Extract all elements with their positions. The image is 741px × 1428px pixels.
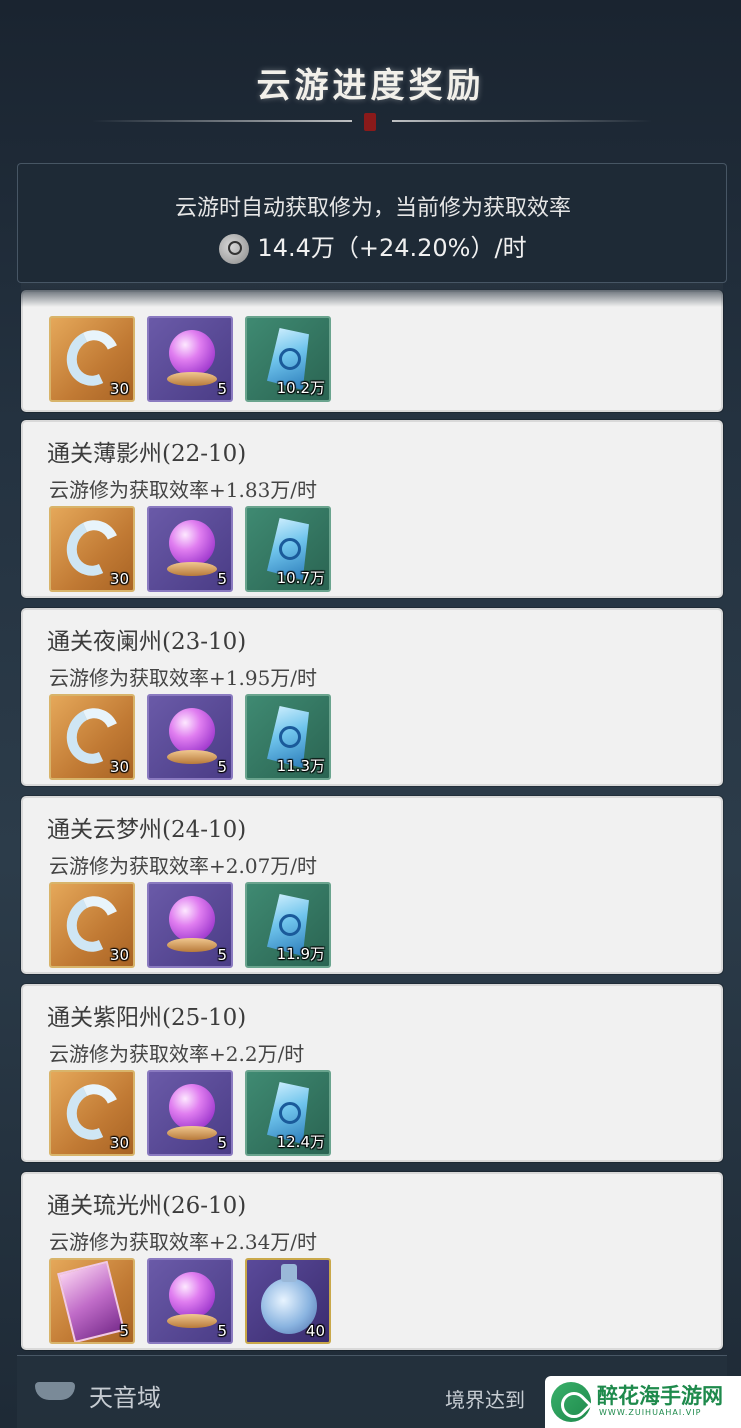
reward-card-title: 通关夜阑州(23-10) [47,629,247,655]
reward-item[interactable]: 30 [49,694,135,780]
reward-card: 通关琉光州(26-10) 云游修为获取效率+2.34万/时 5 5 40 [21,1172,723,1350]
rate-description: 云游时自动获取修为，当前修为获取效率 [174,196,571,221]
reward-item[interactable]: 5 [147,882,233,968]
item-count: 10.7万 [276,569,325,587]
reward-card-title: 通关紫阳州(25-10) [47,1005,247,1031]
reward-item[interactable]: 30 [49,882,135,968]
reward-item[interactable]: 11.3万 [245,694,331,780]
reward-card-rate: 云游修为获取效率+2.2万/时 [49,1042,305,1066]
item-count: 5 [217,380,227,398]
reward-card-title: 通关琉光州(26-10) [47,1193,247,1219]
purple-orb-icon [169,1272,215,1318]
item-count: 5 [217,758,227,776]
watermark-logo-icon [551,1382,591,1422]
orb-base [167,1126,217,1140]
reward-item[interactable]: 5 [147,694,233,780]
reward-item[interactable]: 11.9万 [245,882,331,968]
purple-orb-icon [169,896,215,942]
scroll-fade [21,283,723,307]
reward-card: 30 5 10.2万 [21,290,723,412]
item-count: 5 [217,946,227,964]
reward-item[interactable]: 5 [147,506,233,592]
purple-orb-icon [169,1084,215,1130]
orb-base [167,938,217,952]
reward-item[interactable]: 40 [245,1258,331,1344]
region-label[interactable]: 天音域 [89,1378,161,1413]
item-count: 30 [109,570,129,588]
current-rate: 14.4万（+24.20%）/时 [18,228,728,264]
title-divider-right [392,120,652,122]
item-count: 5 [217,1322,227,1340]
region-icon [35,1382,75,1400]
item-count: 5 [217,1134,227,1152]
reward-card: 通关紫阳州(25-10) 云游修为获取效率+2.2万/时 30 5 12.4万 [21,984,723,1162]
item-count: 12.4万 [276,1133,325,1151]
title-divider-left [92,120,352,122]
reward-card-rate: 云游修为获取效率+2.34万/时 [49,1230,318,1254]
reward-card-title: 通关云梦州(24-10) [47,817,247,843]
purple-orb-icon [169,330,215,376]
cultivation-icon [219,234,250,264]
reward-card-title: 通关薄影州(22-10) [47,441,247,467]
watermark-url: WWW.ZUIHUAHAI.VIP [599,1408,702,1417]
reward-item[interactable]: 5 [147,1258,233,1344]
orb-base [167,1314,217,1328]
item-count: 5 [217,570,227,588]
purple-orb-icon [169,708,215,754]
reward-item[interactable]: 30 [49,1070,135,1156]
reward-card-rate: 云游修为获取效率+1.83万/时 [49,478,318,502]
reward-item[interactable]: 30 [49,316,135,402]
header: 云游进度奖励 [0,0,741,160]
reward-card-rate: 云游修为获取效率+2.07万/时 [49,854,318,878]
item-count: 30 [109,946,129,964]
page-title: 云游进度奖励 [256,66,485,106]
orb-base [167,750,217,764]
item-count: 30 [109,380,129,398]
purple-orb-icon [169,520,215,566]
item-count: 30 [109,1134,129,1152]
reward-card: 通关薄影州(22-10) 云游修为获取效率+1.83万/时 30 5 10.7万 [21,420,723,598]
watermark: 醉花海手游网 WWW.ZUIHUAHAI.VIP [545,1376,741,1428]
rate-info-panel: 云游时自动获取修为，当前修为获取效率 14.4万（+24.20%）/时 [17,163,727,283]
seal-icon [364,113,376,131]
item-count: 40 [305,1322,325,1340]
item-count: 11.9万 [276,945,325,963]
reward-item[interactable]: 12.4万 [245,1070,331,1156]
item-count: 5 [119,1322,129,1340]
current-rate-value: 14.4万（+24.20%）/时 [257,234,527,262]
reward-item[interactable]: 10.7万 [245,506,331,592]
item-count: 10.2万 [276,379,325,397]
requirement-label: 境界达到 [445,1388,525,1412]
talisman-card-icon [57,1260,125,1342]
reward-card: 通关云梦州(24-10) 云游修为获取效率+2.07万/时 30 5 11.9万 [21,796,723,974]
reward-card: 通关夜阑州(23-10) 云游修为获取效率+1.95万/时 30 5 11.3万 [21,608,723,786]
orb-base [167,372,217,386]
watermark-text: 醉花海手游网 [597,1384,723,1408]
reward-item[interactable]: 5 [147,316,233,402]
reward-card-rate: 云游修为获取效率+1.95万/时 [49,666,318,690]
reward-item[interactable]: 10.2万 [245,316,331,402]
item-count: 30 [109,758,129,776]
reward-item[interactable]: 5 [147,1070,233,1156]
item-count: 11.3万 [276,757,325,775]
orb-base [167,562,217,576]
reward-item[interactable]: 5 [49,1258,135,1344]
reward-item[interactable]: 30 [49,506,135,592]
